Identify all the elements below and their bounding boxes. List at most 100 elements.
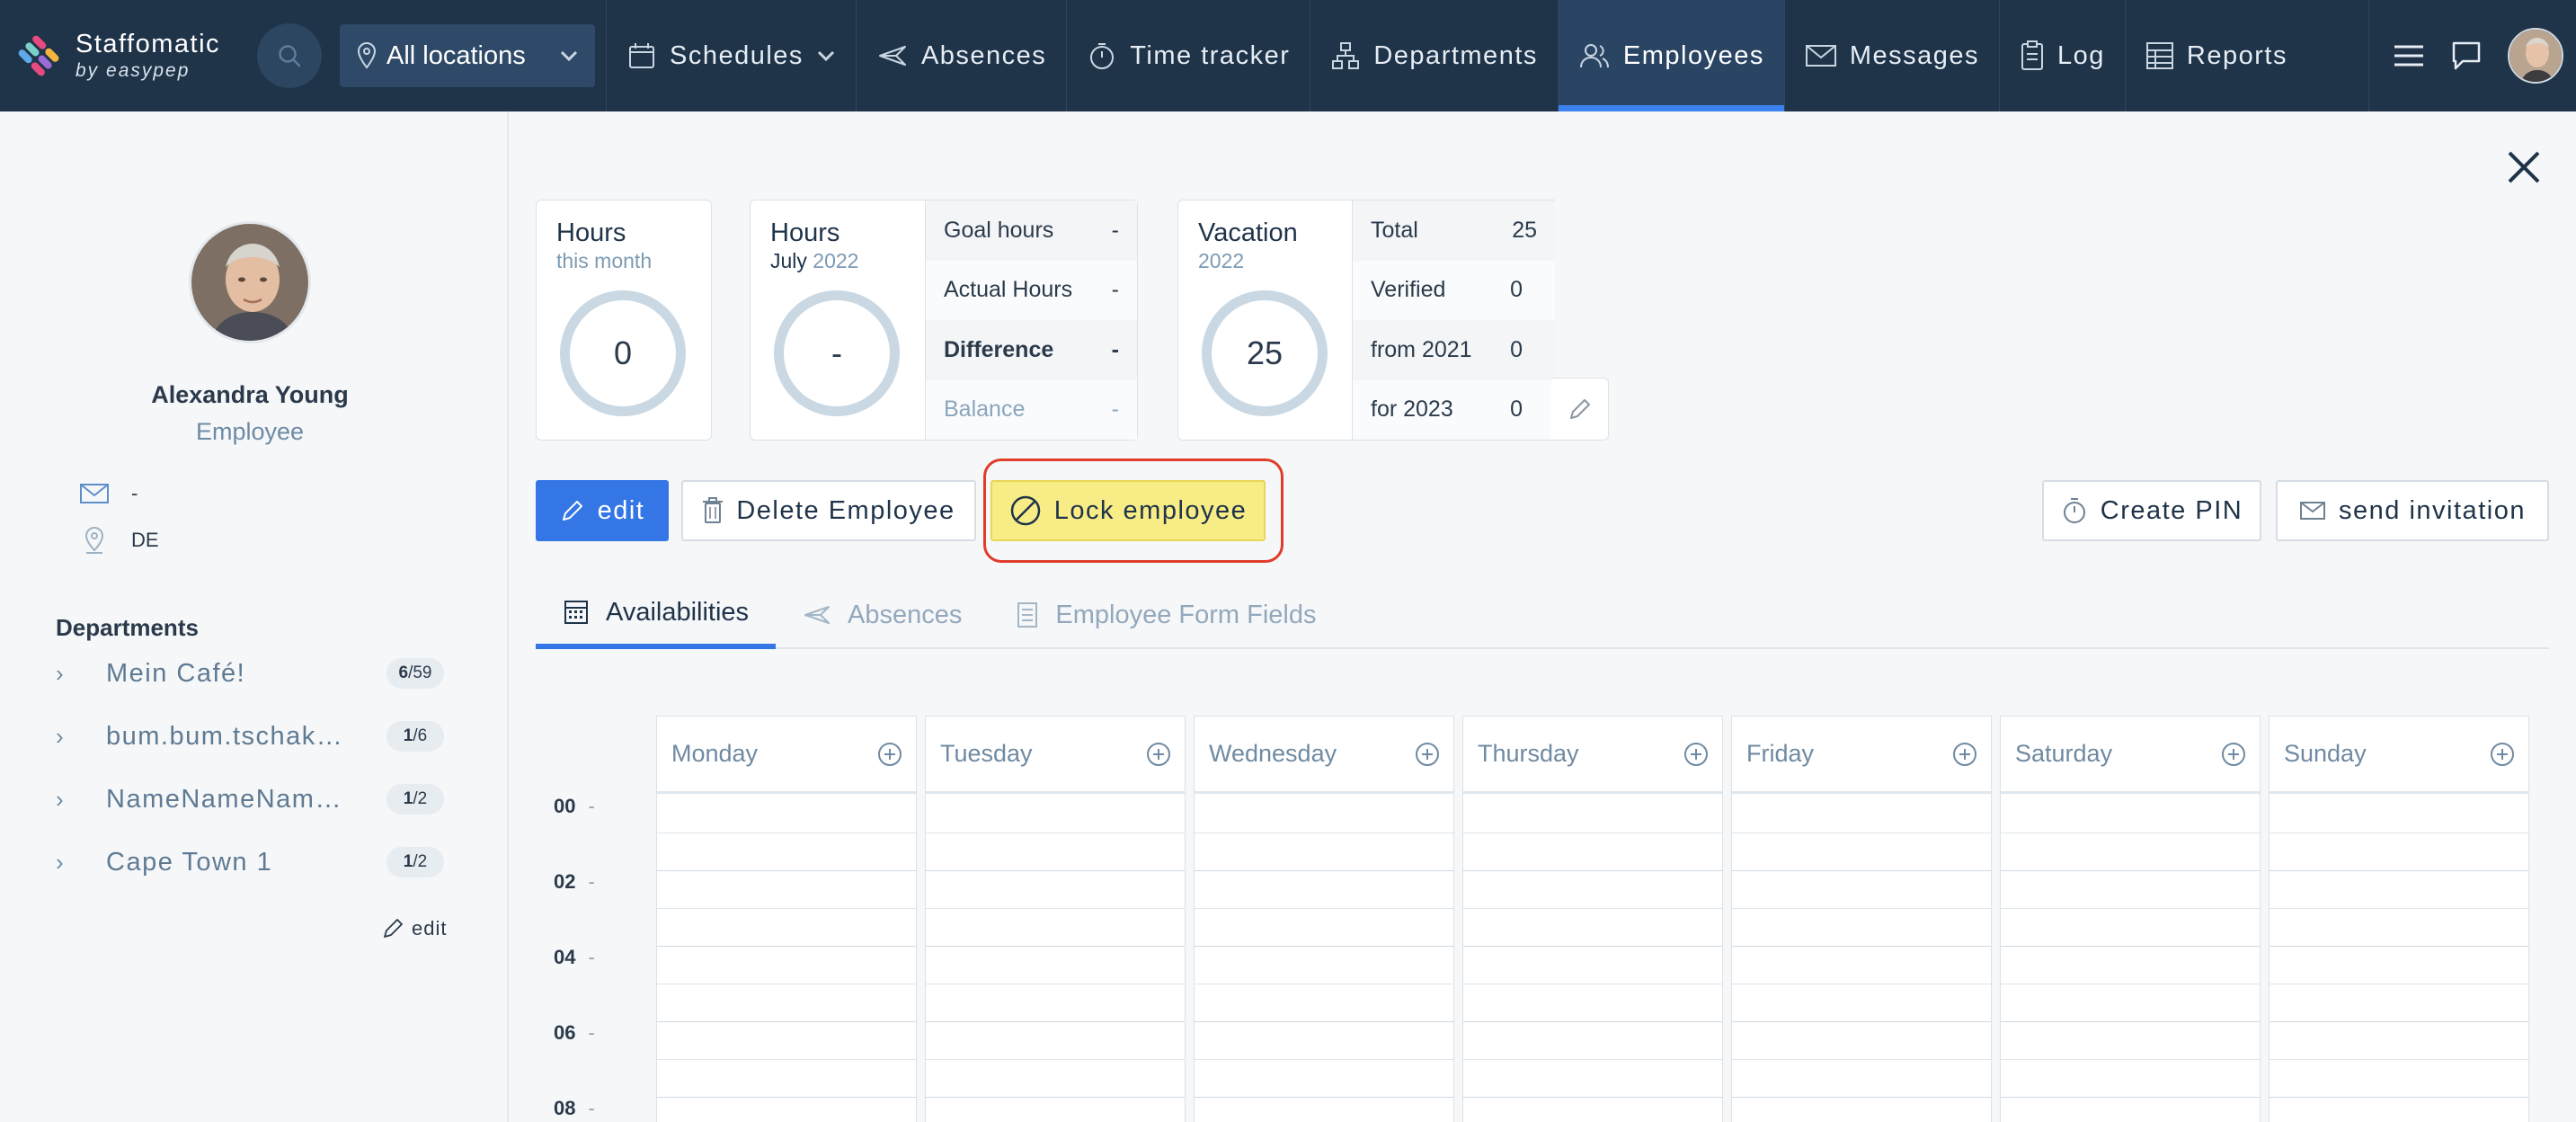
add-circle-icon[interactable] bbox=[876, 741, 903, 768]
hour-label: 08- bbox=[554, 1097, 595, 1119]
delete-button-label: Delete Employee bbox=[736, 495, 955, 525]
map-pin-icon bbox=[84, 526, 104, 554]
nav-item-messages[interactable]: Messages bbox=[1783, 0, 1999, 111]
tab-absences[interactable]: Absences bbox=[776, 581, 989, 649]
department-name: Mein Café! bbox=[106, 658, 246, 688]
nav-item-label: Employees bbox=[1622, 40, 1764, 70]
hours-period-card: Hours July 2022 - Goal hours - Actual Hou… bbox=[750, 200, 1138, 441]
app-root: Staffomatic by easypep All locations Sch… bbox=[0, 0, 2576, 1122]
employee-avatar bbox=[189, 221, 311, 343]
tab-employee-form-fields[interactable]: Employee Form Fields bbox=[989, 581, 1343, 649]
department-name: bum.bum.tschak… bbox=[106, 721, 344, 751]
hours-row-actual: Actual Hours - bbox=[926, 260, 1137, 320]
location-select[interactable]: All locations bbox=[340, 24, 595, 87]
nav-item-schedules[interactable]: Schedules bbox=[606, 0, 856, 111]
delete-employee-button[interactable]: Delete Employee bbox=[681, 480, 976, 541]
badge-count: 6 bbox=[398, 663, 409, 682]
badge-count: 1 bbox=[403, 789, 413, 808]
vacation-edit-button[interactable] bbox=[1551, 378, 1609, 441]
department-row[interactable]: › bum.bum.tschak… 1/6 bbox=[56, 716, 444, 757]
add-circle-icon[interactable] bbox=[1951, 741, 1978, 768]
day-grid[interactable] bbox=[1732, 796, 1991, 1122]
hour-label: 04- bbox=[554, 946, 595, 968]
day-grid[interactable] bbox=[926, 796, 1185, 1122]
vacation-card: Vacation 2022 25 Total 25 Verified 0 from … bbox=[1177, 200, 1555, 441]
departments-edit-label: edit bbox=[412, 917, 448, 939]
department-row[interactable]: › Cape Town 1 1/2 bbox=[56, 842, 444, 883]
day-grid[interactable] bbox=[1463, 796, 1722, 1122]
edit-button-label: edit bbox=[597, 495, 645, 525]
table-icon bbox=[2145, 42, 2173, 69]
card-subtitle: 2022 bbox=[1198, 249, 1245, 272]
nav-item-label: Messages bbox=[1849, 40, 1980, 70]
search-button[interactable] bbox=[257, 23, 322, 88]
day-column-tuesday: Tuesday bbox=[925, 716, 1186, 1122]
row-value: - bbox=[1111, 277, 1119, 303]
search-icon bbox=[279, 45, 301, 67]
day-name: Wednesday bbox=[1209, 740, 1337, 767]
department-count-badge: 1/2 bbox=[386, 847, 444, 877]
lock-employee-button[interactable]: Lock employee bbox=[990, 480, 1266, 541]
card-subtitle: July 2022 bbox=[770, 249, 858, 273]
day-grid[interactable] bbox=[2270, 796, 2528, 1122]
hamburger-menu-icon[interactable] bbox=[2393, 43, 2425, 68]
send-invitation-button[interactable]: send invitation bbox=[2276, 480, 2549, 541]
day-header: Thursday bbox=[1463, 717, 1722, 794]
day-column-saturday: Saturday bbox=[2000, 716, 2261, 1122]
nav-item-time-tracker[interactable]: Time tracker bbox=[1066, 0, 1310, 111]
add-circle-icon[interactable] bbox=[2489, 741, 2516, 768]
nav-item-reports[interactable]: Reports bbox=[2124, 0, 2307, 111]
day-grid[interactable] bbox=[2001, 796, 2260, 1122]
hour-label: 06- bbox=[554, 1021, 595, 1044]
add-circle-icon[interactable] bbox=[1145, 741, 1172, 768]
row-value: 0 bbox=[1510, 277, 1523, 303]
row-label: Verified bbox=[1371, 277, 1446, 303]
close-icon[interactable] bbox=[2502, 146, 2545, 189]
calendar-grid-icon bbox=[564, 601, 588, 624]
brand-logo-icon bbox=[18, 35, 59, 76]
hour-value: 04 bbox=[554, 946, 576, 968]
chevron-down-icon bbox=[817, 50, 834, 62]
badge-total: /59 bbox=[408, 663, 432, 682]
vacation-row-from-previous: from 2021 0 bbox=[1353, 320, 1555, 380]
add-circle-icon[interactable] bbox=[2220, 741, 2247, 768]
row-value: - bbox=[1111, 336, 1119, 362]
employee-tabs: Availabilities Absences Employee Form Fi… bbox=[536, 581, 2549, 649]
nav-item-absences[interactable]: Absences bbox=[855, 0, 1066, 111]
create-pin-button[interactable]: Create PIN bbox=[2042, 480, 2261, 541]
hours-row-goal: Goal hours - bbox=[926, 200, 1137, 261]
hours-row-difference: Difference - bbox=[926, 320, 1137, 380]
add-circle-icon[interactable] bbox=[1414, 741, 1441, 768]
department-row[interactable]: › Mein Café! 6/59 bbox=[56, 653, 444, 694]
nav-item-label: Log bbox=[2057, 40, 2105, 70]
brand-name: Staffomatic bbox=[76, 30, 221, 58]
department-row[interactable]: › NameNameNam… 1/2 bbox=[56, 779, 444, 820]
card-subtitle: this month bbox=[556, 249, 653, 272]
departments-edit-link[interactable]: edit bbox=[381, 917, 447, 940]
pencil-icon bbox=[384, 919, 403, 938]
nav-item-log[interactable]: Log bbox=[1999, 0, 2125, 111]
lock-button-label: Lock employee bbox=[1053, 495, 1248, 525]
day-grid[interactable] bbox=[657, 796, 916, 1122]
day-name: Tuesday bbox=[940, 740, 1033, 767]
row-label: Goal hours bbox=[944, 217, 1054, 243]
hours-this-month-card: Hours this month 0 bbox=[536, 200, 712, 441]
user-avatar[interactable] bbox=[2508, 28, 2563, 84]
brand[interactable]: Staffomatic by easypep bbox=[0, 0, 248, 111]
nav-item-departments[interactable]: Departments bbox=[1310, 0, 1558, 111]
edit-employee-button[interactable]: edit bbox=[536, 480, 669, 541]
day-header: Monday bbox=[657, 717, 916, 794]
card-year: 2022 bbox=[813, 249, 859, 272]
tab-availabilities[interactable]: Availabilities bbox=[536, 581, 777, 649]
day-name: Saturday bbox=[2015, 740, 2113, 767]
row-label: Balance bbox=[944, 396, 1026, 423]
add-circle-icon[interactable] bbox=[1683, 741, 1710, 768]
day-grid[interactable] bbox=[1195, 796, 1453, 1122]
badge-total: /2 bbox=[413, 852, 428, 871]
envelope-icon bbox=[1805, 45, 1836, 67]
vacation-row-verified: Verified 0 bbox=[1353, 260, 1555, 320]
vacation-row-for-next: for 2023 0 bbox=[1353, 379, 1555, 440]
user-photo-icon bbox=[2509, 30, 2562, 82]
nav-item-employees[interactable]: Employees bbox=[1557, 0, 1784, 111]
chat-bubble-icon[interactable] bbox=[2450, 40, 2483, 72]
